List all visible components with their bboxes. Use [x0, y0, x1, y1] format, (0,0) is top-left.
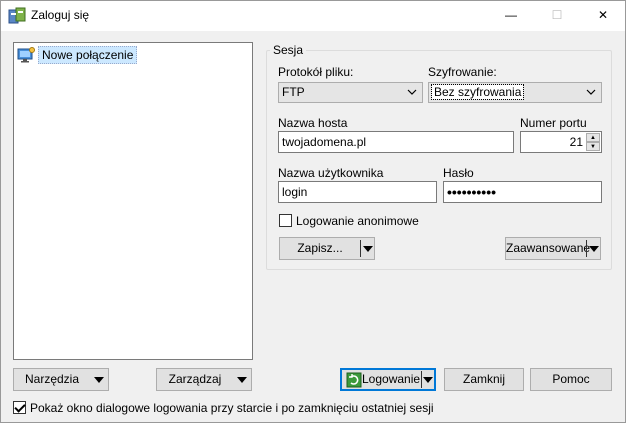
manage-button[interactable]: Zarządzaj	[156, 368, 252, 391]
encryption-value: Bez szyfrowania	[430, 84, 525, 100]
tools-button-label: Narzędzia	[24, 372, 80, 386]
manage-button-label: Zarządzaj	[168, 372, 222, 386]
save-button[interactable]: Zapisz...	[279, 237, 375, 260]
chevron-down-icon	[407, 89, 417, 95]
encryption-label: Szyfrowanie:	[428, 65, 497, 79]
login-icon	[346, 372, 362, 388]
login-button[interactable]: Logowanie	[340, 368, 436, 391]
monitor-icon	[17, 47, 35, 63]
dropdown-arrow-icon	[94, 377, 104, 383]
minimize-button[interactable]: —	[488, 0, 534, 31]
close-window-button[interactable]: ✕	[580, 0, 626, 31]
password-input[interactable]: ••••••••••	[443, 181, 602, 203]
title-bar[interactable]: Zaloguj się — ☐ ✕	[0, 0, 626, 31]
site-list-item-new-connection[interactable]: Nowe połączenie	[17, 46, 138, 64]
winscp-app-icon	[8, 7, 26, 24]
password-label: Hasło	[443, 166, 474, 180]
port-label: Numer portu	[520, 116, 587, 130]
encryption-select[interactable]: Bez szyfrowania	[428, 82, 602, 103]
chevron-down-icon	[586, 89, 596, 95]
save-button-label: Zapisz...	[297, 241, 343, 255]
advanced-button[interactable]: Zaawansowane	[505, 237, 601, 260]
show-dialog-checkbox[interactable]	[13, 401, 26, 414]
username-input[interactable]: login	[278, 181, 437, 203]
maximize-button[interactable]: ☐	[534, 0, 580, 31]
port-down-button[interactable]: ▼	[586, 142, 600, 151]
login-button-label: Logowanie	[362, 372, 421, 386]
split-separator	[360, 240, 361, 257]
port-up-button[interactable]: ▲	[586, 133, 600, 142]
host-label: Nazwa hosta	[278, 116, 348, 130]
dropdown-arrow-icon	[363, 246, 373, 252]
protocol-value: FTP	[282, 85, 305, 99]
session-group-title: Sesja	[270, 43, 307, 57]
close-button[interactable]: Zamknij	[444, 368, 524, 391]
host-input[interactable]: twojadomena.pl	[278, 131, 514, 153]
dropdown-arrow-icon	[589, 246, 599, 252]
port-stepper[interactable]: 21 ▲ ▼	[520, 131, 602, 153]
username-label: Nazwa użytkownika	[278, 166, 384, 180]
dropdown-arrow-icon	[237, 377, 247, 383]
anonymous-login-checkbox[interactable]	[279, 214, 292, 227]
window-title: Zaloguj się	[31, 8, 90, 22]
port-value: 21	[569, 135, 583, 149]
help-button[interactable]: Pomoc	[530, 368, 612, 391]
show-dialog-label: Pokaż okno dialogowe logowania przy star…	[30, 401, 434, 415]
advanced-button-label: Zaawansowane	[506, 241, 591, 255]
dropdown-arrow-icon	[423, 377, 433, 383]
split-separator	[421, 371, 422, 388]
site-list[interactable]: Nowe połączenie	[13, 42, 253, 360]
tools-button[interactable]: Narzędzia	[13, 368, 109, 391]
site-item-label: Nowe połączenie	[38, 46, 138, 64]
protocol-label: Protokół pliku:	[278, 65, 354, 79]
protocol-select[interactable]: FTP	[278, 82, 423, 103]
split-separator	[586, 240, 587, 257]
anonymous-login-label: Logowanie anonimowe	[296, 214, 419, 228]
